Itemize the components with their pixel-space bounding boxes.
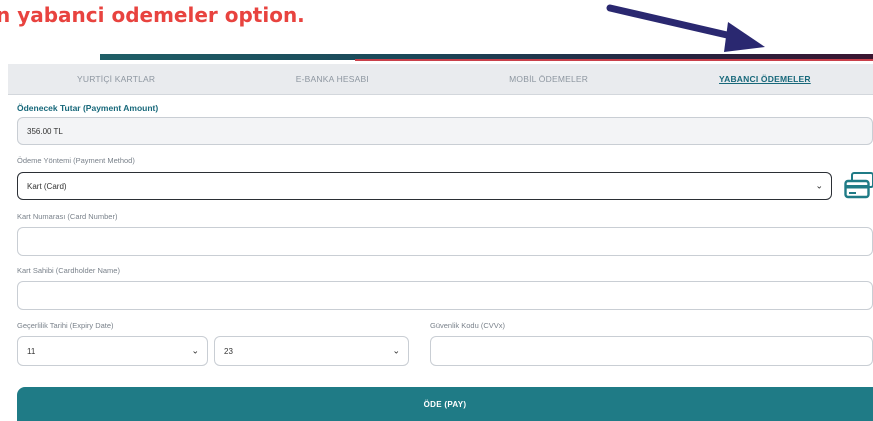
chevron-down-icon: ⌄ — [815, 180, 823, 191]
chevron-down-icon: ⌄ — [191, 345, 199, 356]
expiry-month-select[interactable]: 11 ⌄ — [17, 336, 208, 366]
tab-mobil-odemeler[interactable]: MOBİL ÖDEMELER — [441, 64, 657, 94]
amount-value: 356.00 TL — [27, 126, 63, 136]
payment-tabs: YURTİÇİ KARTLAR E-BANKA HESABI MOBİL ÖDE… — [8, 64, 873, 95]
cvv-input[interactable] — [430, 336, 873, 366]
tab-e-banka-hesabi[interactable]: E-BANKA HESABI — [224, 64, 440, 94]
header-accent-line — [355, 59, 873, 61]
chevron-down-icon: ⌄ — [392, 345, 400, 356]
card-number-label: Kart Numarası (Card Number) — [17, 212, 118, 221]
tab-yurtici-kartlar[interactable]: YURTİÇİ KARTLAR — [8, 64, 224, 94]
cardholder-label: Kart Sahibi (Cardholder Name) — [17, 266, 120, 275]
pay-button[interactable]: ÖDE (PAY) — [17, 387, 873, 421]
expiry-year-select[interactable]: 23 ⌄ — [214, 336, 409, 366]
cvv-label: Güvenlik Kodu (CVVx) — [430, 321, 506, 330]
expiry-month-value: 11 — [27, 346, 36, 356]
method-value: Kart (Card) — [27, 181, 67, 191]
payment-method-select[interactable]: Kart (Card) ⌄ — [17, 172, 832, 200]
credit-card-icon — [844, 172, 873, 199]
tab-yabanci-odemeler[interactable]: YABANCI ÖDEMELER — [657, 64, 873, 94]
cardholder-input[interactable] — [17, 281, 873, 310]
pointer-arrow-icon — [606, 4, 765, 52]
instruction-caption: n yabanci odemeler option. — [0, 3, 305, 27]
expiry-label: Geçerlilik Tarihi (Expiry Date) — [17, 321, 114, 330]
method-label: Ödeme Yöntemi (Payment Method) — [17, 156, 135, 165]
expiry-year-value: 23 — [224, 346, 233, 356]
amount-label: Ödenecek Tutar (Payment Amount) — [17, 103, 159, 113]
amount-field: 356.00 TL — [17, 117, 873, 145]
card-number-input[interactable] — [17, 227, 873, 256]
